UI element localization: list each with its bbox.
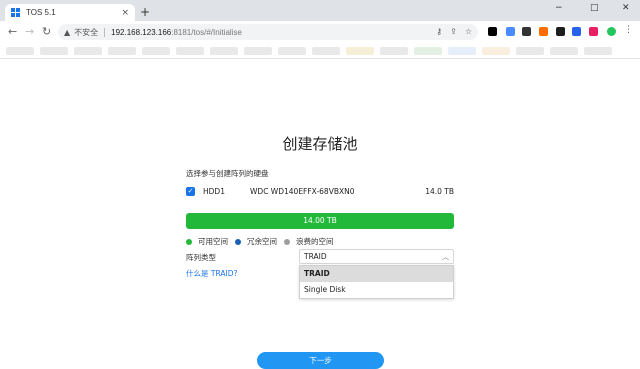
extension-icon[interactable] xyxy=(572,27,581,36)
bookmark-item[interactable] xyxy=(210,47,238,55)
browser-toolbar: ← → ↻ ▲ 不安全 192.168.123.166:8181/tos/#/I… xyxy=(0,21,640,43)
bookmark-item[interactable] xyxy=(142,47,170,55)
capacity-bar: 14.00 TB xyxy=(186,213,454,229)
what-is-traid-link[interactable]: 什么是 TRAID? xyxy=(186,268,237,279)
star-icon[interactable]: ☆ xyxy=(465,27,472,36)
minimize-button[interactable]: − xyxy=(555,3,563,13)
bookmark-item[interactable] xyxy=(516,47,544,55)
bookmark-item[interactable] xyxy=(6,47,34,55)
windows-icon xyxy=(11,8,20,17)
bookmark-item[interactable] xyxy=(312,47,340,55)
bookmark-item[interactable] xyxy=(448,47,476,55)
bookmark-item[interactable] xyxy=(244,47,272,55)
bookmark-item[interactable] xyxy=(346,47,374,55)
raid-type-dropdown: TRAID Single Disk xyxy=(299,265,454,299)
bookmark-item[interactable] xyxy=(414,47,442,55)
reload-button[interactable]: ↻ xyxy=(42,25,51,38)
raid-option-traid[interactable]: TRAID xyxy=(300,266,453,282)
back-button[interactable]: ← xyxy=(8,25,17,38)
extension-icon[interactable] xyxy=(488,27,497,36)
bookmark-item[interactable] xyxy=(108,47,136,55)
bookmark-item[interactable] xyxy=(584,47,612,55)
disk-name: HDD1 xyxy=(203,186,225,196)
next-button[interactable]: 下一步 xyxy=(257,352,384,369)
tab-title: TOS 5.1 xyxy=(26,8,56,17)
extension-icon[interactable] xyxy=(539,27,548,36)
bookmark-item[interactable] xyxy=(40,47,68,55)
bookmark-item[interactable] xyxy=(278,47,306,55)
url-text: 192.168.123.166:8181/tos/#/Initialise xyxy=(111,28,242,37)
raid-type-select[interactable]: TRAID ︿ xyxy=(299,249,454,264)
select-disks-label: 选择参与创建阵列的硬盘 xyxy=(186,169,269,178)
raid-select-value: TRAID xyxy=(304,252,327,261)
legend-label: 冗余空间 xyxy=(247,237,277,246)
menu-icon[interactable]: ⋮ xyxy=(624,25,633,35)
new-tab-button[interactable]: + xyxy=(140,5,150,19)
browser-tab[interactable]: TOS 5.1 × xyxy=(5,4,135,21)
avatar[interactable] xyxy=(607,27,616,36)
capacity-legend: 可用空间 冗余空间 浪费的空间 xyxy=(186,236,341,247)
url-path: :8181/tos/#/Initialise xyxy=(171,27,242,37)
close-tab-icon[interactable]: × xyxy=(121,8,129,18)
legend-label: 浪费的空间 xyxy=(296,237,334,246)
disk-checkbox[interactable]: ✓ xyxy=(186,186,195,196)
bookmarks-bar xyxy=(0,43,640,59)
extension-icon[interactable] xyxy=(506,27,515,36)
legend-redundant: 冗余空间 xyxy=(235,236,277,247)
raid-type-label: 阵列类型 xyxy=(186,253,216,262)
divider xyxy=(104,27,106,37)
disk-row[interactable]: ✓ HDD1 WDC WD140EFFX-68VBXN0 14.0 TB xyxy=(186,185,454,197)
bookmark-item[interactable] xyxy=(176,47,204,55)
share-icon[interactable]: ⇪ xyxy=(450,27,457,36)
close-window-button[interactable]: ✕ xyxy=(622,3,630,13)
disk-model: WDC WD140EFFX-68VBXN0 xyxy=(250,186,355,196)
redundant-dot xyxy=(235,238,241,245)
chevron-up-icon: ︿ xyxy=(442,252,449,261)
legend-label: 可用空间 xyxy=(198,237,228,246)
bookmark-item[interactable] xyxy=(380,47,408,55)
browser-titlebar: TOS 5.1 × + − □ ✕ xyxy=(0,0,640,21)
bookmark-item[interactable] xyxy=(74,47,102,55)
page-title: 创建存储池 xyxy=(282,135,358,153)
legend-available: 可用空间 xyxy=(186,236,228,247)
omnibox-icons: ⚷ ⇪ ☆ xyxy=(436,27,472,36)
sidebar-icon[interactable] xyxy=(589,27,598,36)
key-icon[interactable]: ⚷ xyxy=(436,27,442,36)
bookmark-item[interactable] xyxy=(550,47,578,55)
extension-icon[interactable] xyxy=(522,27,531,36)
available-dot xyxy=(186,238,192,245)
legend-wasted: 浪费的空间 xyxy=(284,236,334,247)
wasted-dot xyxy=(284,238,290,245)
warning-icon: ▲ xyxy=(64,27,71,37)
raid-option-single-disk[interactable]: Single Disk xyxy=(300,282,453,298)
address-bar[interactable]: ▲ 不安全 192.168.123.166:8181/tos/#/Initial… xyxy=(58,24,478,40)
security-label: 不安全 xyxy=(74,27,99,37)
maximize-button[interactable]: □ xyxy=(590,3,599,13)
bookmark-item[interactable] xyxy=(482,47,510,55)
url-host: 192.168.123.166 xyxy=(111,27,172,37)
forward-button[interactable]: → xyxy=(25,25,34,38)
disk-size: 14.0 TB xyxy=(425,186,454,196)
extension-icon[interactable] xyxy=(556,27,565,36)
